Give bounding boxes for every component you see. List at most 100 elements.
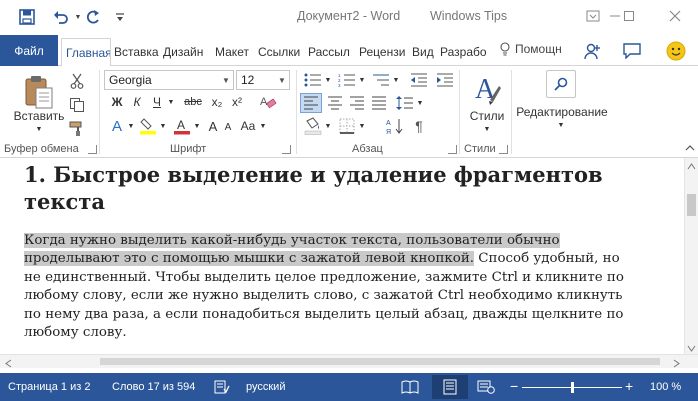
scroll-up-icon[interactable] [687,160,696,170]
customize-qat-icon[interactable] [112,6,128,28]
styles-button[interactable]: Стили [462,108,512,124]
editing-button[interactable]: Редактирование [512,104,612,120]
align-right-icon[interactable] [346,93,368,113]
tab-references[interactable]: Ссылки [254,38,304,66]
underline-button[interactable]: Ч [150,92,164,112]
zoom-in-button[interactable]: + [625,378,633,394]
clear-formatting-icon[interactable]: A [258,93,278,111]
align-left-icon[interactable] [300,93,322,113]
page-count[interactable]: Страница 1 из 2 [8,381,90,393]
format-painter-icon[interactable] [68,120,86,138]
zoom-level[interactable]: 100 % [650,381,681,393]
cut-icon[interactable] [68,72,86,90]
close-icon[interactable] [660,4,690,28]
font-name-combo[interactable]: Georgia ▼ [104,70,234,90]
hscroll-thumb[interactable] [100,358,660,365]
scroll-left-icon[interactable] [4,357,13,368]
smiley-feedback-icon[interactable] [664,40,688,62]
superscript-button[interactable]: x² [228,92,246,112]
tab-file[interactable]: Файл [0,35,58,66]
paragraph-launcher-icon[interactable] [448,145,457,154]
maximize-icon[interactable] [614,4,644,28]
shading-dropdown-icon[interactable]: ▼ [324,116,332,136]
show-formatting-marks-icon[interactable]: ¶ [410,116,428,136]
redo-icon[interactable] [82,6,104,28]
editing-dropdown-icon[interactable]: ▼ [556,120,566,130]
underline-dropdown-icon[interactable]: ▼ [166,92,176,112]
text-effects-dropdown-icon[interactable]: ▼ [126,116,136,136]
change-case-dropdown-icon[interactable]: ▼ [258,116,268,136]
multilevel-list-icon[interactable] [370,70,392,90]
decrease-indent-icon[interactable] [408,70,430,90]
bullets-dropdown-icon[interactable]: ▼ [324,70,332,90]
tab-review[interactable]: Рецензи [355,38,407,66]
font-color-icon[interactable]: A [172,116,192,136]
italic-button[interactable]: К [130,92,144,112]
save-icon[interactable] [14,6,40,28]
collapse-ribbon-icon[interactable] [684,142,696,154]
shading-icon[interactable] [302,116,324,136]
scroll-down-icon[interactable] [687,342,696,352]
find-magnifier-icon[interactable] [546,70,576,98]
numbering-dropdown-icon[interactable]: ▼ [358,70,366,90]
styles-dropdown-icon[interactable]: ▼ [482,124,492,134]
font-size-combo[interactable]: 12 ▼ [236,70,290,90]
highlight-dropdown-icon[interactable]: ▼ [158,116,168,136]
web-layout-icon[interactable] [474,378,498,396]
scroll-thumb[interactable] [687,194,696,216]
line-spacing-dropdown-icon[interactable]: ▼ [416,93,424,113]
chevron-down-icon[interactable]: ▼ [219,71,233,89]
shrink-font-button[interactable]: A [222,118,234,136]
justify-icon[interactable] [368,93,390,113]
tell-me-box[interactable]: Помощн [499,42,562,56]
tab-view[interactable]: Вид [408,38,436,66]
strikethrough-button[interactable]: abc [180,92,206,112]
clipboard-launcher-icon[interactable] [88,145,97,154]
text-effects-icon[interactable]: A [108,116,126,136]
bullets-icon[interactable] [302,70,324,90]
tab-design[interactable]: Дизайн [159,38,209,66]
zoom-out-button[interactable]: − [510,378,518,394]
horizontal-scrollbar[interactable] [0,354,698,368]
tab-developer[interactable]: Разрабо [436,38,490,66]
document-heading[interactable]: 1. Быстрое выделение и удаление фрагмент… [24,161,664,215]
chevron-down-icon[interactable]: ▼ [275,71,289,89]
multilevel-dropdown-icon[interactable]: ▼ [392,70,400,90]
tab-insert[interactable]: Вставка [110,38,160,66]
zoom-slider-thumb[interactable] [570,382,574,393]
scroll-right-icon[interactable] [672,357,681,368]
word-count[interactable]: Слово 17 из 594 [112,381,195,393]
document-paragraph[interactable]: Когда нужно выделить какой-нибудь участо… [24,232,636,342]
paste-button[interactable]: Вставить [10,108,68,124]
comments-icon[interactable] [620,40,644,62]
change-case-button[interactable]: Aa [238,116,258,136]
font-color-dropdown-icon[interactable]: ▼ [192,116,202,136]
zoom-slider-track[interactable] [522,382,622,393]
align-center-icon[interactable] [324,93,346,113]
undo-icon[interactable] [48,6,74,28]
tab-mailings[interactable]: Рассыл [304,38,354,66]
copy-icon[interactable] [68,96,86,114]
paste-dropdown-icon[interactable]: ▼ [34,124,44,134]
increase-indent-icon[interactable] [434,70,456,90]
line-spacing-icon[interactable] [394,93,416,113]
styles-launcher-icon[interactable] [499,145,508,154]
vertical-scrollbar[interactable] [684,158,698,354]
borders-dropdown-icon[interactable]: ▼ [358,116,366,136]
share-user-icon[interactable] [580,40,604,62]
print-layout-icon[interactable] [432,375,468,399]
subscript-button[interactable]: x₂ [208,92,226,112]
numbering-icon[interactable]: 123 [336,70,358,90]
tab-home[interactable]: Главная [61,38,111,67]
proofing-icon[interactable] [210,378,234,396]
borders-icon[interactable] [336,116,358,136]
language-indicator[interactable]: русский [246,381,285,393]
grow-font-button[interactable]: A [206,116,220,136]
bold-button[interactable]: Ж [110,92,124,112]
font-launcher-icon[interactable] [282,145,291,154]
read-mode-icon[interactable] [398,378,422,396]
styles-icon[interactable]: A [466,70,508,110]
highlight-icon[interactable] [138,116,158,136]
document-canvas[interactable]: 1. Быстрое выделение и удаление фрагмент… [0,158,684,354]
sort-icon[interactable]: AЯ [384,116,406,136]
